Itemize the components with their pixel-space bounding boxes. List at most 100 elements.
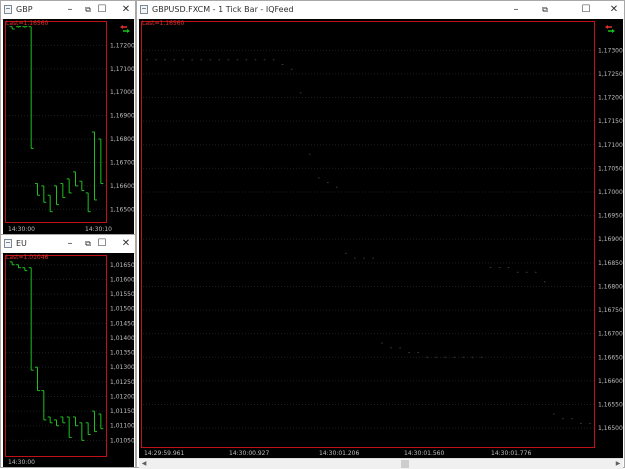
scroll-thumb[interactable]: [401, 460, 409, 468]
tick-point: [299, 92, 302, 94]
app-icon: [140, 5, 148, 14]
x-tick-start: 14:30:00: [8, 226, 35, 233]
y-tick-label: 1,16900: [598, 236, 623, 243]
bar-chart-gbp: 1,17200 1,17100 1,17000 1,16900 1,16800 1,167…: [6, 26, 134, 213]
tick-point: [399, 347, 401, 349]
x-tick-start: 14:30:00: [8, 459, 35, 466]
tick-point: [408, 352, 410, 354]
x-tick-4: 14:30:01.560: [404, 450, 445, 457]
y-tick-label: 1,17050: [598, 165, 623, 172]
tick-point: [236, 59, 239, 61]
tick-point: [516, 271, 519, 273]
tick-point: [146, 59, 148, 61]
x-tick-5: 14:30:01.776: [491, 450, 532, 457]
tick-point: [227, 59, 230, 61]
y-tick-label: 1,16800: [110, 136, 134, 143]
tick-point: [444, 356, 447, 358]
title-bar[interactable]: GBPUSD.FXCM - 1 Tick Bar - IQFeed – ⧉ ☐ …: [137, 1, 624, 20]
close-icon[interactable]: ✕: [117, 236, 135, 252]
horizontal-scrollbar[interactable]: ◀ ▶: [139, 458, 623, 469]
app-icon: [4, 5, 12, 14]
y-tick-label: 1,01500: [110, 306, 134, 313]
y-tick-label: 1,01350: [110, 350, 134, 357]
x-tick-end: 14:30:10: [85, 226, 112, 233]
y-tick-label: 1,17100: [110, 66, 134, 73]
y-tick-label: 1,16700: [598, 331, 623, 338]
window-title: EU: [16, 239, 27, 248]
tick-point: [480, 356, 483, 358]
tick-point: [462, 356, 465, 358]
y-tick-label: 1,16900: [110, 113, 134, 120]
y-tick-label: 1,16700: [110, 159, 134, 166]
y-tick-label: 1,16850: [598, 260, 623, 267]
tick-point: [426, 356, 429, 358]
tick-point: [562, 418, 564, 420]
tick-point: [345, 252, 347, 254]
restore-icon[interactable]: ⧉: [536, 2, 554, 18]
tick-point: [372, 257, 374, 259]
y-tick-label: 1,16500: [598, 425, 623, 432]
close-icon[interactable]: ✕: [605, 2, 623, 18]
x-tick-2: 14:30:00.927: [229, 450, 270, 457]
y-tick-label: 1,17250: [598, 71, 623, 78]
y-tick-label: 1,01400: [110, 335, 134, 342]
y-tick-label: 1,01300: [110, 364, 134, 371]
tick-point: [435, 356, 438, 358]
y-tick-label: 1,17200: [598, 95, 623, 102]
minimize-icon[interactable]: –: [61, 2, 79, 18]
maximize-icon[interactable]: ☐: [93, 2, 111, 18]
tick-point: [354, 257, 356, 259]
x-tick-1: 14:29:59.961: [144, 450, 185, 457]
title-bar[interactable]: GBP – ⧉ ☐ ✕: [1, 1, 135, 20]
close-icon[interactable]: ✕: [117, 2, 135, 18]
bar-chart-eu: 1,01650 1,01600 1,01550 1,01500 1,01450 1,014…: [6, 261, 134, 444]
chart-area[interactable]: Last=1.16560 1,17300 1,17250 1,17200 1,1715…: [139, 19, 623, 458]
tick-point: [308, 153, 311, 155]
scatter-chart-gbpusd: 1,17300 1,17250 1,17200 1,17150 1,17100 1,170…: [143, 47, 623, 432]
tick-point: [381, 342, 383, 344]
chart-window-gbp[interactable]: GBP – ⧉ ☐ ✕ Last=1.16560 1,17200 1,17100 1…: [0, 0, 136, 236]
tick-point: [245, 59, 248, 61]
tick-point: [589, 422, 591, 424]
chart-area[interactable]: Last=1.16560 1,17200 1,17100 1,17000 1,1690…: [3, 19, 134, 235]
y-tick-label: 1,16600: [110, 183, 134, 190]
chart-window-gbpusd[interactable]: GBPUSD.FXCM - 1 Tick Bar - IQFeed – ⧉ ☐ …: [136, 0, 625, 469]
tick-point: [507, 267, 510, 269]
tick-point: [543, 281, 546, 283]
tick-point: [525, 271, 528, 273]
y-tick-label: 1,16950: [598, 213, 623, 220]
tick-point: [327, 182, 329, 184]
tick-point: [191, 59, 194, 61]
tick-point: [580, 422, 582, 424]
tick-point: [200, 59, 203, 61]
y-tick-label: 1,16800: [598, 283, 623, 290]
minimize-icon[interactable]: –: [61, 236, 79, 252]
tick-point: [263, 59, 266, 61]
tick-point: [173, 59, 175, 61]
tick-point: [317, 177, 320, 179]
y-tick-label: 1,16750: [598, 307, 623, 314]
minimize-icon[interactable]: –: [507, 2, 525, 18]
y-tick-label: 1,01450: [110, 320, 134, 327]
title-bar[interactable]: EU – ⧉ ☐ ✕: [1, 235, 135, 254]
y-tick-label: 1,17100: [598, 142, 623, 149]
chart-area[interactable]: Last=1.01046 1,01650 1,01600 1,01550 1,0150…: [3, 253, 134, 467]
y-tick-label: 1,17200: [110, 42, 134, 49]
y-tick-label: 1,01600: [110, 276, 134, 283]
app-icon: [4, 239, 12, 248]
tick-point: [390, 347, 392, 349]
y-tick-label: 1,01200: [110, 393, 134, 400]
tick-point: [453, 356, 456, 358]
y-tick-label: 1,17000: [598, 189, 623, 196]
window-title: GBPUSD.FXCM - 1 Tick Bar - IQFeed: [152, 5, 294, 14]
tick-point: [254, 59, 257, 61]
y-tick-label: 1,16500: [110, 206, 134, 213]
y-tick-label: 1,01650: [110, 262, 134, 269]
maximize-icon[interactable]: ☐: [93, 236, 111, 252]
y-tick-label: 1,17150: [598, 118, 623, 125]
window-title: GBP: [16, 5, 33, 14]
tick-point: [336, 186, 338, 188]
chart-window-eu[interactable]: EU – ⧉ ☐ ✕ Last=1.01046 1,01650 1,01600 1,…: [0, 234, 136, 468]
maximize-icon[interactable]: ☐: [577, 2, 595, 18]
tick-point: [417, 352, 420, 354]
